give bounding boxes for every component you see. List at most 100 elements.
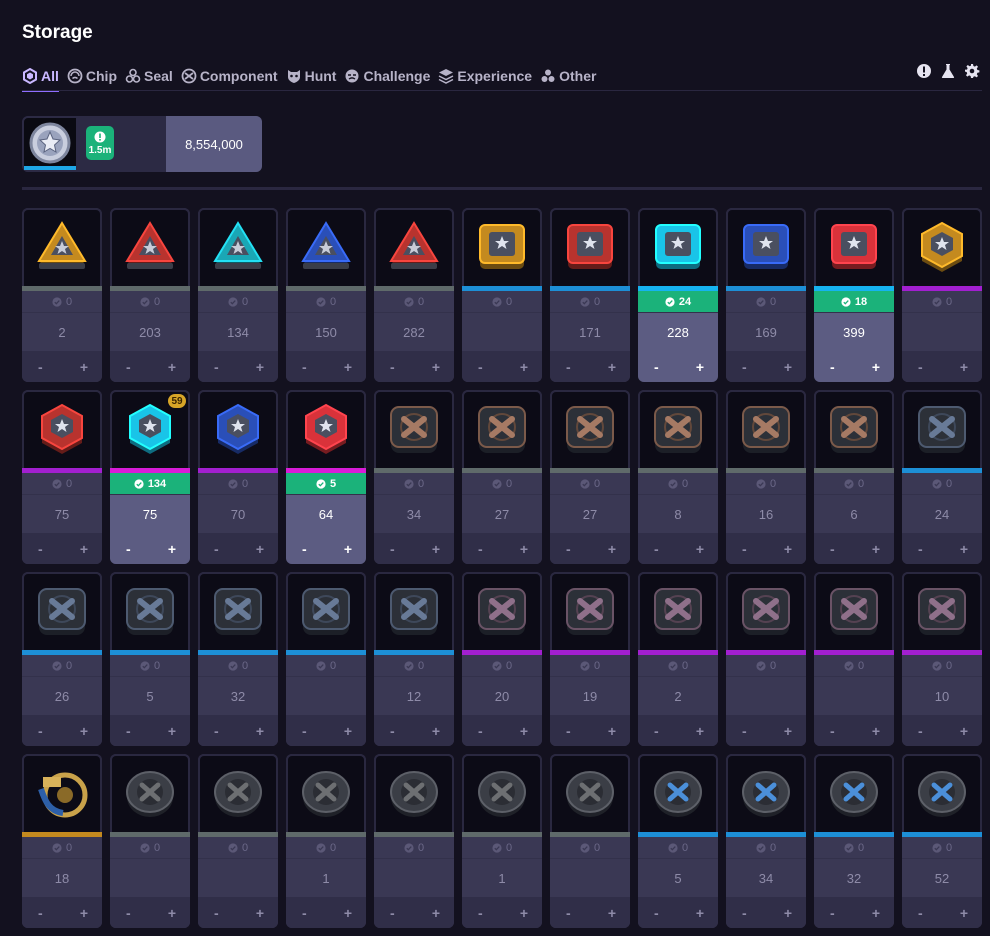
storage-item[interactable]: 0 32- + <box>198 572 278 746</box>
increment-button[interactable]: + <box>696 359 704 375</box>
alert-icon[interactable] <box>916 63 932 79</box>
storage-item[interactable]: 0 18- + <box>22 754 102 928</box>
increment-button[interactable]: + <box>168 359 176 375</box>
quantity-value[interactable]: 228 <box>638 312 718 351</box>
increment-button[interactable]: + <box>608 723 616 739</box>
increment-button[interactable]: + <box>520 905 528 921</box>
increment-button[interactable]: + <box>344 723 352 739</box>
item-icon[interactable] <box>638 390 718 468</box>
quantity-value[interactable] <box>462 312 542 351</box>
item-icon[interactable] <box>638 208 718 286</box>
increment-button[interactable]: + <box>784 905 792 921</box>
storage-item[interactable]: 0 2- + <box>638 572 718 746</box>
decrement-button[interactable]: - <box>830 905 835 921</box>
decrement-button[interactable]: - <box>390 905 395 921</box>
item-icon[interactable] <box>814 208 894 286</box>
item-icon[interactable] <box>726 208 806 286</box>
item-icon[interactable] <box>726 572 806 650</box>
storage-item[interactable]: 0 75- + <box>22 390 102 564</box>
gear-icon[interactable] <box>964 63 980 79</box>
item-icon[interactable] <box>550 572 630 650</box>
item-icon[interactable] <box>22 754 102 832</box>
storage-item[interactable]: 0- + <box>286 572 366 746</box>
quantity-value[interactable] <box>550 858 630 897</box>
quantity-value[interactable]: 12 <box>374 676 454 715</box>
item-icon[interactable] <box>286 208 366 286</box>
item-icon[interactable] <box>110 572 190 650</box>
storage-item[interactable]: 0 134- + <box>198 208 278 382</box>
item-icon[interactable] <box>462 572 542 650</box>
storage-item[interactable]: 0 10- + <box>902 572 982 746</box>
increment-button[interactable]: + <box>872 541 880 557</box>
decrement-button[interactable]: - <box>830 359 835 375</box>
quantity-value[interactable] <box>726 676 806 715</box>
storage-item[interactable]: 0 1- + <box>286 754 366 928</box>
storage-item[interactable]: 0 1- + <box>462 754 542 928</box>
storage-item[interactable]: 0 5- + <box>638 754 718 928</box>
item-icon[interactable] <box>638 754 718 832</box>
quantity-value[interactable]: 75 <box>110 494 190 533</box>
decrement-button[interactable]: - <box>390 723 395 739</box>
quantity-value[interactable] <box>902 312 982 351</box>
decrement-button[interactable]: - <box>214 723 219 739</box>
quantity-value[interactable]: 1 <box>462 858 542 897</box>
decrement-button[interactable]: - <box>214 359 219 375</box>
increment-button[interactable]: + <box>520 359 528 375</box>
decrement-button[interactable]: - <box>302 723 307 739</box>
item-icon[interactable] <box>22 390 102 468</box>
increment-button[interactable]: + <box>608 359 616 375</box>
item-icon[interactable] <box>286 754 366 832</box>
quantity-value[interactable]: 34 <box>374 494 454 533</box>
quantity-value[interactable]: 18 <box>22 858 102 897</box>
decrement-button[interactable]: - <box>38 359 43 375</box>
storage-item[interactable]: 0 2- + <box>22 208 102 382</box>
item-icon[interactable] <box>462 754 542 832</box>
quantity-value[interactable]: 169 <box>726 312 806 351</box>
increment-button[interactable]: + <box>608 905 616 921</box>
increment-button[interactable]: + <box>80 723 88 739</box>
item-icon[interactable] <box>462 390 542 468</box>
decrement-button[interactable]: - <box>302 541 307 557</box>
storage-item[interactable]: 0- + <box>110 754 190 928</box>
increment-button[interactable]: + <box>168 905 176 921</box>
item-icon[interactable] <box>286 390 366 468</box>
decrement-button[interactable]: - <box>566 723 571 739</box>
tab-other[interactable]: Other <box>540 62 596 90</box>
storage-item[interactable]: 0 169- + <box>726 208 806 382</box>
tab-experience[interactable]: Experience <box>438 62 532 90</box>
quantity-value[interactable]: 10 <box>902 676 982 715</box>
increment-button[interactable]: + <box>432 541 440 557</box>
increment-button[interactable]: + <box>784 541 792 557</box>
increment-button[interactable]: + <box>520 541 528 557</box>
decrement-button[interactable]: - <box>126 541 131 557</box>
tab-component[interactable]: Component <box>181 62 278 90</box>
item-icon[interactable] <box>550 390 630 468</box>
increment-button[interactable]: + <box>80 359 88 375</box>
decrement-button[interactable]: - <box>654 905 659 921</box>
quantity-value[interactable]: 134 <box>198 312 278 351</box>
tab-seal[interactable]: Seal <box>125 62 173 90</box>
item-icon[interactable] <box>198 754 278 832</box>
quantity-value[interactable]: 5 <box>110 676 190 715</box>
quantity-value[interactable]: 150 <box>286 312 366 351</box>
storage-item[interactable]: 0 34- + <box>726 754 806 928</box>
storage-item[interactable]: 0- + <box>814 572 894 746</box>
increment-button[interactable]: + <box>872 905 880 921</box>
decrement-button[interactable]: - <box>918 905 923 921</box>
quantity-value[interactable]: 34 <box>726 858 806 897</box>
item-icon[interactable] <box>902 572 982 650</box>
item-icon[interactable] <box>198 390 278 468</box>
quantity-value[interactable]: 24 <box>902 494 982 533</box>
quantity-value[interactable]: 52 <box>902 858 982 897</box>
increment-button[interactable]: + <box>960 723 968 739</box>
decrement-button[interactable]: - <box>566 905 571 921</box>
decrement-button[interactable]: - <box>918 723 923 739</box>
item-icon[interactable] <box>814 390 894 468</box>
item-icon[interactable] <box>374 208 454 286</box>
item-icon[interactable] <box>550 754 630 832</box>
decrement-button[interactable]: - <box>478 359 483 375</box>
storage-item[interactable]: 5 64- + <box>286 390 366 564</box>
increment-button[interactable]: + <box>872 359 880 375</box>
decrement-button[interactable]: - <box>478 905 483 921</box>
decrement-button[interactable]: - <box>742 359 747 375</box>
